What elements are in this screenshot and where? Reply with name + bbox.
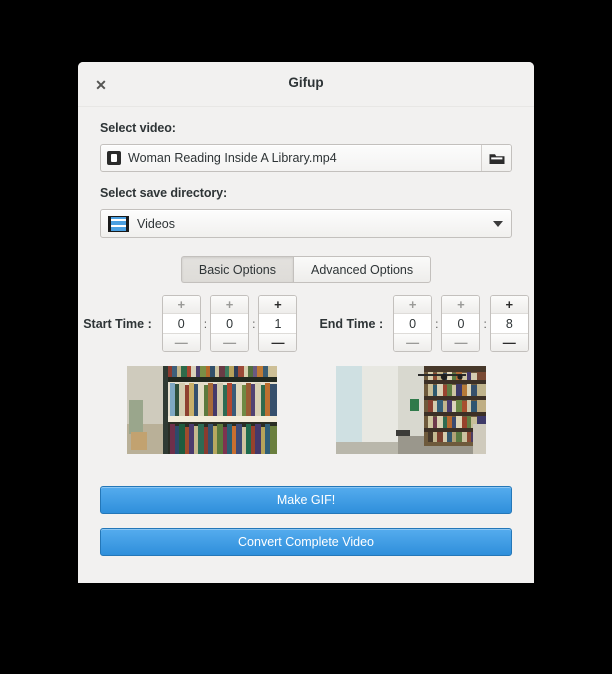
start-minutes-decrement[interactable]: — xyxy=(211,334,249,351)
end-minutes-decrement[interactable]: — xyxy=(442,334,480,351)
video-file-icon xyxy=(107,151,121,165)
start-seconds-stepper[interactable]: + 1 — xyxy=(258,295,298,352)
video-file-name: Woman Reading Inside A Library.mp4 xyxy=(128,151,337,165)
video-file-display[interactable]: Woman Reading Inside A Library.mp4 xyxy=(101,145,481,171)
start-time-label: Start Time : xyxy=(83,316,152,331)
select-video-label: Select video: xyxy=(100,121,176,135)
end-minutes-value[interactable]: 0 xyxy=(442,313,480,334)
tab-basic-options[interactable]: Basic Options xyxy=(180,256,293,283)
select-directory-label: Select save directory: xyxy=(100,186,228,200)
time-controls: Start Time : + 0 — : + 0 — : + 1 — End T… xyxy=(83,295,529,352)
dialog-content: Select video: Woman Reading Inside A Lib… xyxy=(78,121,534,556)
browse-video-button[interactable] xyxy=(481,145,511,171)
end-seconds-increment[interactable]: + xyxy=(490,296,528,313)
end-separator-2: : xyxy=(483,316,487,331)
gifup-window: ✕ Gifup Select video: Woman Reading Insi… xyxy=(78,62,534,583)
end-time-spinners: + 0 — : + 0 — : + 8 — xyxy=(393,295,529,352)
chevron-down-icon xyxy=(493,220,503,227)
start-minutes-value[interactable]: 0 xyxy=(211,313,249,334)
end-hours-increment[interactable]: + xyxy=(394,296,432,313)
end-hours-decrement[interactable]: — xyxy=(394,334,432,351)
start-minutes-increment[interactable]: + xyxy=(211,296,249,313)
end-frame-image xyxy=(335,366,486,454)
page-title: Gifup xyxy=(288,75,324,90)
end-time-label: End Time : xyxy=(319,316,384,331)
end-minutes-stepper[interactable]: + 0 — xyxy=(441,295,481,352)
folder-icon xyxy=(489,153,504,164)
start-separator-1: : xyxy=(203,316,208,331)
end-seconds-value[interactable]: 8 xyxy=(490,313,528,334)
start-minutes-stepper[interactable]: + 0 — xyxy=(210,295,250,352)
end-minutes-increment[interactable]: + xyxy=(442,296,480,313)
start-hours-increment[interactable]: + xyxy=(162,296,200,313)
end-frame-preview xyxy=(335,366,486,454)
end-separator-1: : xyxy=(435,316,439,331)
start-hours-stepper[interactable]: + 0 — xyxy=(161,295,201,352)
end-hours-value[interactable]: 0 xyxy=(394,313,432,334)
end-seconds-stepper[interactable]: + 8 — xyxy=(489,295,529,352)
start-time-spinners: + 0 — : + 0 — : + 1 — xyxy=(161,295,298,352)
start-seconds-decrement[interactable]: — xyxy=(259,334,297,351)
save-directory-select[interactable]: Videos xyxy=(100,209,512,238)
start-seconds-increment[interactable]: + xyxy=(259,296,297,313)
preview-thumbnails xyxy=(100,366,512,454)
start-hours-value[interactable]: 0 xyxy=(162,313,200,334)
tab-advanced-options[interactable]: Advanced Options xyxy=(292,256,432,283)
start-frame-preview xyxy=(126,366,277,454)
start-seconds-value[interactable]: 1 xyxy=(259,313,297,334)
film-strip-icon xyxy=(108,215,129,232)
end-hours-stepper[interactable]: + 0 — xyxy=(393,295,433,352)
video-file-chooser[interactable]: Woman Reading Inside A Library.mp4 xyxy=(100,144,512,172)
title-bar: ✕ Gifup xyxy=(78,62,534,107)
start-separator-2: : xyxy=(252,316,256,331)
start-frame-image xyxy=(126,366,277,454)
action-buttons: Make GIF! Convert Complete Video xyxy=(100,486,512,556)
start-hours-decrement[interactable]: — xyxy=(162,334,200,351)
options-tabs: Basic Options Advanced Options xyxy=(100,256,512,283)
make-gif-button[interactable]: Make GIF! xyxy=(100,486,512,514)
end-seconds-decrement[interactable]: — xyxy=(490,334,528,351)
save-directory-value: Videos xyxy=(137,216,175,231)
convert-complete-video-button[interactable]: Convert Complete Video xyxy=(100,528,512,556)
